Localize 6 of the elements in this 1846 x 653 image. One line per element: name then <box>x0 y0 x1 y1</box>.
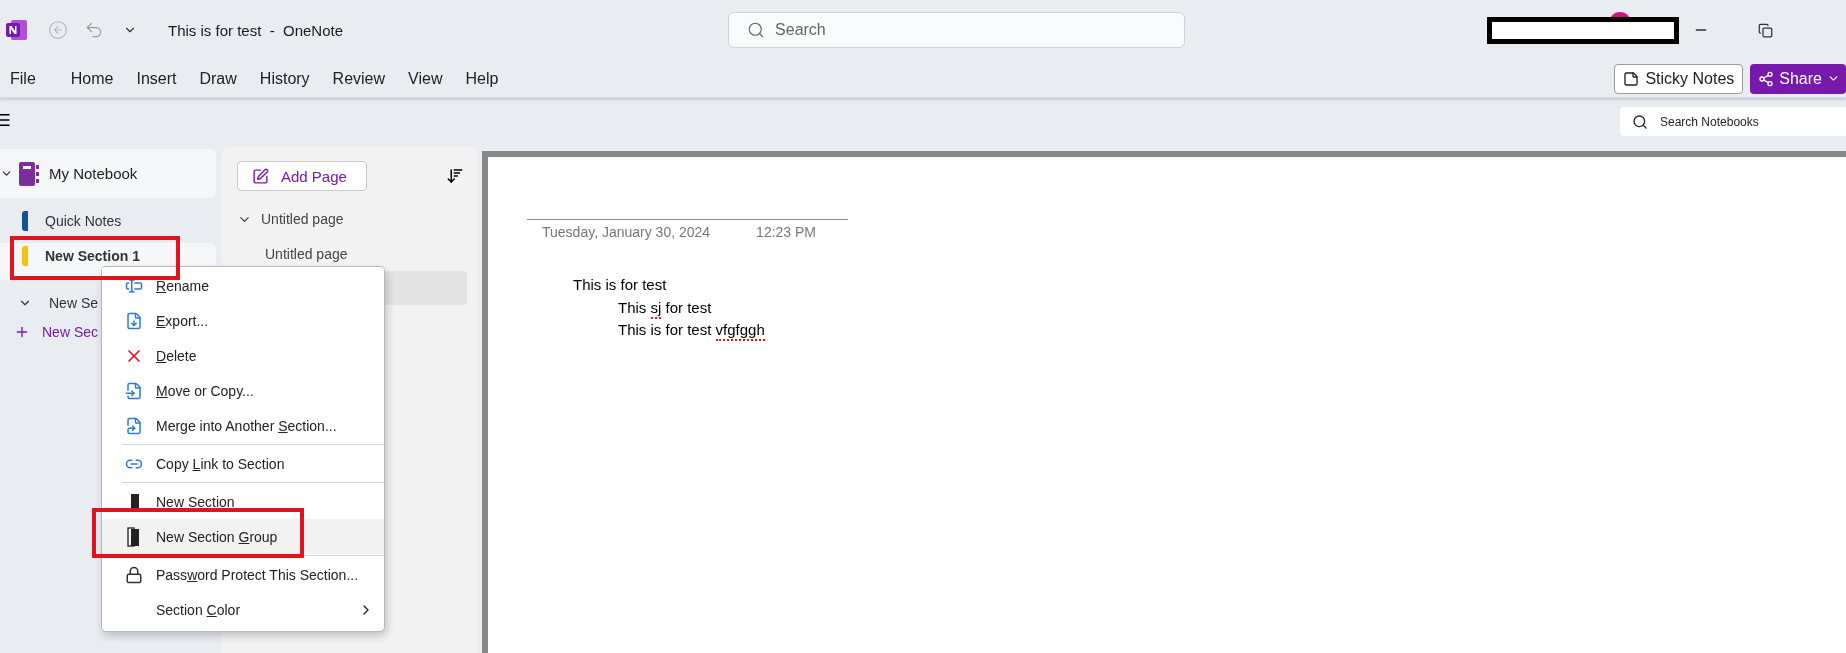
note-time: 12:23 PM <box>756 224 817 240</box>
note-date: Tuesday, January 30, 2024 <box>542 224 711 240</box>
window-title: This is for test - OneNote <box>168 21 344 39</box>
note-text: This is for test vfgfggh <box>527 319 1846 342</box>
note-text: This is for test <box>572 275 668 295</box>
note-text: This sj for test <box>527 296 1846 319</box>
